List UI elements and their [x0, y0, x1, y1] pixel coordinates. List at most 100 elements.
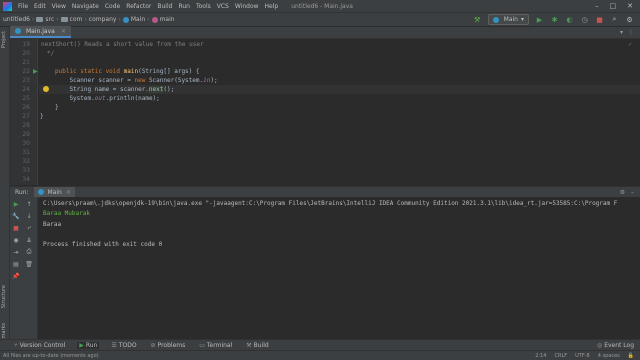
editor-tab-label: Main.java [26, 27, 55, 35]
stop-icon[interactable]: ■ [595, 15, 604, 24]
soft-wrap-icon[interactable]: ⤶ [25, 224, 33, 232]
code-line: */ [47, 50, 55, 57]
menu-refactor[interactable]: Refactor [123, 3, 154, 10]
breadcrumb-src[interactable]: src [45, 16, 54, 23]
wrench-icon[interactable]: 🔧 [12, 212, 20, 220]
exit-icon[interactable]: ⇥ [12, 248, 20, 256]
minimize-icon[interactable]: – [595, 2, 599, 10]
breadcrumb-company[interactable]: company [89, 16, 117, 23]
run-toolbar: ▶ ↑ 🔧 ↓ ■ ⤶ ◉ ⇊ ⇥ ⎙ ▤ 🗑 📌 [10, 197, 38, 339]
settings-icon[interactable]: ⚙ [620, 189, 625, 196]
tab-label: Problems [157, 341, 186, 349]
tab-label: Version Control [19, 341, 66, 349]
project-tool-button[interactable]: Project [1, 31, 7, 48]
run-config-selector[interactable]: Main ▾ [487, 14, 529, 25]
build-tab[interactable]: ⚒ Build [244, 342, 270, 349]
maximize-icon[interactable]: □ [610, 2, 617, 10]
hammer-build-icon[interactable]: ⚒ [473, 15, 482, 24]
menu-view[interactable]: View [49, 3, 69, 10]
inspection-ok-icon[interactable]: ✓ [628, 41, 632, 48]
code-token: next [148, 86, 164, 93]
line-number: 34 [22, 176, 30, 183]
profile-icon[interactable]: ◷ [580, 15, 589, 24]
scroll-down-icon[interactable]: ↓ [25, 212, 33, 220]
status-bar: All files are up-to-date (moments ago) 2… [0, 350, 640, 360]
menu-tools[interactable]: Tools [193, 3, 214, 10]
close-tab-icon[interactable]: ✕ [61, 28, 66, 35]
breadcrumb-separator-icon: › [118, 16, 121, 23]
menu-run[interactable]: Run [175, 3, 193, 10]
camera-icon[interactable]: ◉ [12, 236, 20, 244]
line-number: 21 [22, 59, 30, 66]
menu-vcs[interactable]: VCS [214, 3, 232, 10]
code-token: public static void [55, 68, 124, 75]
list-icon: ☰ [111, 341, 117, 349]
run-icon[interactable]: ▶ [535, 15, 544, 24]
code-line: Scanner scanner = new Scanner(System.in)… [55, 77, 217, 84]
debug-icon[interactable]: ✱ [550, 15, 559, 24]
print-icon[interactable]: ⎙ [25, 248, 33, 256]
menu-file[interactable]: File [15, 3, 31, 10]
search-icon[interactable]: ⌕ [610, 15, 619, 24]
lock-icon[interactable]: 🔓 [628, 353, 634, 359]
problems-tab[interactable]: ⊘ Problems [149, 342, 188, 349]
intellij-logo-icon [3, 1, 12, 11]
menu-navigate[interactable]: Navigate [69, 3, 102, 10]
tab-label: Event Log [604, 341, 634, 349]
trash-icon[interactable]: 🗑 [25, 260, 33, 268]
run-tool-tab[interactable]: ▶ Run [77, 341, 100, 349]
indent-setting[interactable]: 4 spaces [598, 353, 620, 359]
line-separator[interactable]: CRLF [555, 353, 568, 359]
breadcrumb-project[interactable]: untitled6 [3, 16, 30, 23]
chevron-down-icon[interactable]: ▾ [620, 29, 623, 36]
code-line: nextShort() Reads a short value from the… [41, 41, 204, 48]
breadcrumb-com[interactable]: com [70, 16, 83, 23]
breadcrumb-main-class[interactable]: Main [131, 16, 145, 23]
settings-icon[interactable]: ⚙ [625, 15, 634, 24]
terminal-tab[interactable]: ▭ Terminal [197, 342, 234, 349]
line-number: 33 [22, 167, 30, 174]
console-output[interactable]: C:\Users\praam\.jdks\openjdk-19\bin\java… [39, 197, 640, 339]
class-icon [122, 16, 129, 23]
menu-edit[interactable]: Edit [31, 3, 49, 10]
stop-icon[interactable]: ■ [12, 224, 20, 232]
menu-code[interactable]: Code [102, 3, 123, 10]
layout-icon[interactable]: ▤ [12, 260, 20, 268]
breadcrumb-main-method[interactable]: main [160, 16, 175, 23]
status-message[interactable]: All files are up-to-date (moments ago) [3, 353, 99, 359]
code-token: System. [55, 95, 95, 102]
coverage-icon[interactable]: ◐ [565, 15, 574, 24]
todo-tab[interactable]: ☰ TODO [109, 342, 138, 349]
editor-tab-main-java[interactable]: Main.java ✕ [10, 26, 71, 38]
run-gutter-icon[interactable]: ▶ [33, 68, 38, 75]
code-token: new [134, 77, 149, 84]
line-number: 29 [22, 131, 30, 138]
class-icon [37, 189, 44, 195]
event-log-tab[interactable]: ◎ Event Log [595, 342, 640, 349]
file-encoding[interactable]: UTF-8 [575, 353, 590, 359]
hide-panel-icon[interactable]: – [631, 189, 634, 196]
close-tab-icon[interactable]: ✕ [66, 189, 71, 196]
run-tab-main[interactable]: Main ✕ [33, 186, 75, 198]
lightbulb-icon[interactable] [43, 86, 49, 92]
more-icon[interactable]: ⋮ [628, 29, 634, 36]
scroll-to-end-icon[interactable]: ⇊ [25, 236, 33, 244]
version-control-tab[interactable]: ⑂ Version Control [12, 342, 67, 349]
menu-help[interactable]: Help [262, 3, 282, 10]
caret-position[interactable]: 2:14 [535, 353, 546, 359]
pin-icon[interactable]: 📌 [12, 272, 20, 280]
scroll-up-icon[interactable]: ↑ [25, 200, 33, 208]
tab-label: TODO [118, 341, 137, 349]
run-panel-header: Run: Main ✕ ⚙ – [10, 186, 640, 198]
menu-build[interactable]: Build [154, 3, 175, 10]
rerun-icon[interactable]: ▶ [12, 200, 20, 208]
structure-tool-button[interactable]: Structure [1, 285, 7, 308]
event-log-icon: ◎ [596, 341, 603, 349]
menu-window[interactable]: Window [232, 3, 262, 10]
window-title: untitled6 - Main.java [291, 2, 353, 10]
left-tool-strip: Project Structure Bookmarks [0, 27, 10, 351]
line-number: 24 [22, 86, 30, 93]
code-editor[interactable]: ✓ nextShort() Reads a short value from t… [39, 39, 640, 185]
menu-bar: File Edit View Navigate Code Refactor Bu… [0, 0, 640, 12]
close-window-icon[interactable]: ✕ [627, 2, 633, 10]
